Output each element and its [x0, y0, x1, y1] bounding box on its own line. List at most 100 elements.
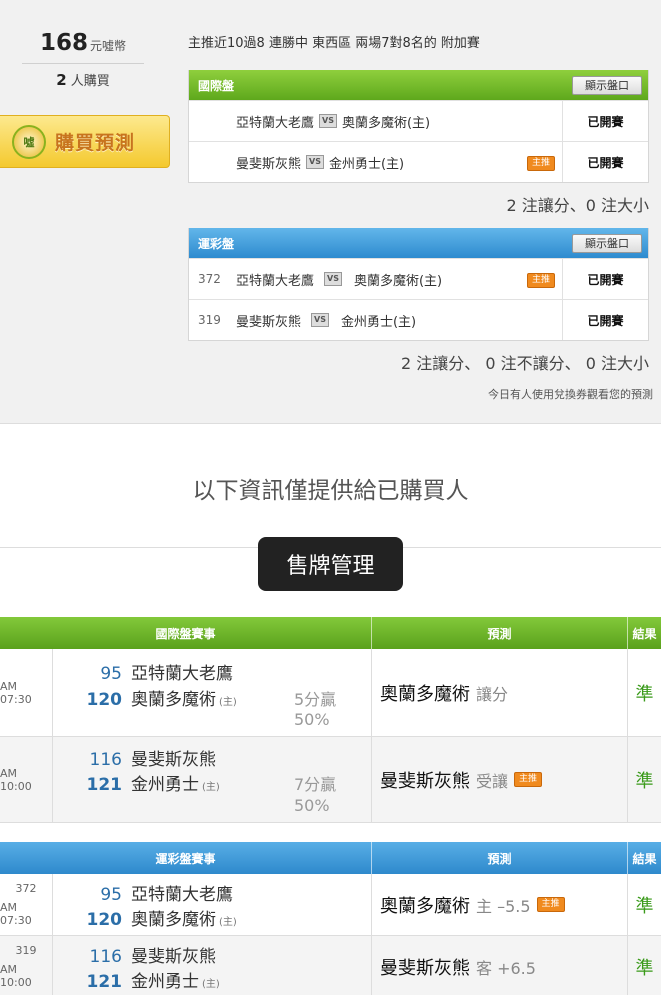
featured-pick-badge: 主推 [526, 156, 555, 171]
vs-icon: VS [319, 114, 337, 128]
match-status: 已開賽 [562, 101, 648, 141]
result-cell: 準 [635, 683, 654, 705]
home-team: 金州勇士 [131, 972, 199, 992]
away-team: 曼斐斯灰熊 [131, 947, 216, 967]
intl-panel-row: 曼斐斯灰熊 VS 金州勇士(主) 主推 已開賽 [189, 141, 648, 182]
game-time-cell: 319 AM 10:00 [0, 936, 53, 995]
buyers-only-notice: 以下資訊僅提供給已購買人 [192, 478, 469, 504]
lottery-summary: 2 注讓分、 0 注不讓分、 0 注大小 [401, 354, 649, 373]
home-marker: (主) [202, 782, 220, 793]
away-score: 95 [100, 664, 122, 684]
away-team: 曼斐斯灰熊 [236, 156, 302, 172]
game-code: 372 [198, 272, 221, 286]
lottery-table-header: 運彩盤賽事 預測 結果 [0, 842, 661, 874]
home-line: 121 金州勇士 (主) [83, 770, 220, 795]
home-line: 120 奧蘭多魔術 (主) [83, 685, 237, 710]
vs-icon: VS [306, 155, 324, 169]
game-code: 372 [15, 882, 37, 895]
home-score: 120 [86, 690, 123, 710]
intl-panel-row: 亞特蘭大老鷹 VS 奧蘭多魔術(主) 已開賽 [189, 100, 648, 141]
away-team: 亞特蘭大老鷹 [131, 885, 233, 905]
price-value: 168 [39, 30, 88, 56]
result-cell: 準 [635, 770, 654, 792]
intl-results-table: 國際盤賽事 預測 結果 AM 07:30 95 亞特蘭大老鷹 120 奧蘭多魔術 (主… [0, 617, 661, 823]
lottery-show-odds-button[interactable]: 顯示盤口 [572, 234, 642, 253]
home-score: 120 [86, 910, 123, 930]
teams-cell: 116 曼斐斯灰熊 121 金州勇士 (主) 7分贏 50% [53, 737, 372, 822]
match-status: 已開賽 [562, 300, 648, 340]
game-time: AM 10:00 [0, 963, 32, 989]
buy-prediction-button[interactable]: 噓 購買預測 [0, 115, 170, 168]
pick-cell: 奧蘭多魔術 主 –5.5 主推 [372, 874, 628, 935]
teams-cell: 116 曼斐斯灰熊 121 金州勇士 (主) [53, 936, 372, 995]
featured-pick-badge: 主推 [526, 273, 555, 288]
home-team: 金州勇士(主) [328, 156, 405, 172]
away-score: 116 [89, 750, 122, 770]
teams-cell: 95 亞特蘭大老鷹 120 奧蘭多魔術 (主) [53, 874, 372, 935]
price-box: 168 元噓幣 [22, 30, 144, 64]
game-time: AM 07:30 [0, 679, 32, 706]
pick-type: 受讓 [476, 771, 509, 791]
game-code: 319 [15, 944, 37, 957]
pick-cell: 奧蘭多魔術 讓分 [372, 649, 628, 736]
home-team: 金州勇士(主) [340, 314, 417, 330]
table-row: 319 AM 10:00 116 曼斐斯灰熊 121 金州勇士 (主) 曼斐斯灰熊 客… [0, 936, 661, 995]
featured-pick-badge: 主推 [536, 897, 565, 912]
pick-team: 曼斐斯灰熊 [380, 770, 470, 792]
coin-icon: 噓 [12, 124, 46, 159]
game-time-cell: 372 AM 07:30 [0, 874, 53, 935]
matchup: 亞特蘭大老鷹 VS 奧蘭多魔術(主) [236, 270, 562, 289]
col-header-result: 結果 [632, 626, 657, 641]
intl-show-odds-button[interactable]: 顯示盤口 [572, 76, 642, 95]
home-team: 金州勇士 [131, 775, 199, 795]
teams-cell: 95 亞特蘭大老鷹 120 奧蘭多魔術 (主) 5分贏 50% [53, 649, 372, 736]
away-team: 曼斐斯灰熊 [131, 750, 216, 770]
lottery-panel-title: 運彩盤 [198, 236, 235, 251]
pick-team: 奧蘭多魔術 [380, 895, 470, 917]
lottery-panel-header: 運彩盤 顯示盤口 [189, 228, 648, 258]
home-team: 奧蘭多魔術(主) [353, 273, 443, 289]
away-team: 曼斐斯灰熊 [236, 314, 302, 330]
away-line: 116 曼斐斯灰熊 [83, 942, 216, 967]
voucher-note: 今日有人使用兌換券觀看您的預測 [488, 388, 653, 401]
away-score: 116 [89, 947, 122, 967]
lottery-panel: 運彩盤 顯示盤口 372 亞特蘭大老鷹 VS 奧蘭多魔術(主) 主推 已開賽 3… [188, 228, 649, 341]
home-team: 奧蘭多魔術 [131, 690, 216, 710]
home-team: 奧蘭多魔術(主) [341, 115, 431, 131]
lottery-panel-row: 372 亞特蘭大老鷹 VS 奧蘭多魔術(主) 主推 已開賽 [189, 258, 648, 299]
pick-cell: 曼斐斯灰熊 客 +6.5 [372, 936, 628, 995]
match-status: 已開賽 [562, 142, 648, 182]
match-status: 已開賽 [562, 259, 648, 299]
buy-button-label: 購買預測 [55, 132, 136, 154]
pick-type: 讓分 [476, 684, 509, 704]
intl-panel-header: 國際盤 顯示盤口 [189, 70, 648, 100]
pick-cell: 曼斐斯灰熊 受讓 主推 [372, 737, 628, 822]
intl-panel-title: 國際盤 [198, 78, 235, 93]
manage-sales-button[interactable]: 售牌管理 [258, 537, 403, 591]
buyers-label: 人購買 [70, 74, 110, 89]
featured-pick-badge: 主推 [514, 772, 543, 787]
home-line: 120 奧蘭多魔術 (主) [83, 905, 237, 930]
game-time: AM 10:00 [0, 766, 32, 793]
pick-line: 主 –5.5 [476, 896, 531, 916]
vs-icon: VS [324, 272, 342, 286]
matchup: 曼斐斯灰熊 VS 金州勇士(主) [236, 153, 562, 172]
prediction-description: 主推近10過8 連勝中 東西區 兩場7對8名的 附加賽 [188, 36, 480, 51]
home-marker: (主) [202, 979, 220, 990]
pick-team: 曼斐斯灰熊 [380, 957, 470, 979]
away-line: 95 亞特蘭大老鷹 [83, 880, 233, 905]
col-header-pick: 預測 [372, 842, 628, 874]
game-time: AM 07:30 [0, 901, 32, 927]
away-line: 116 曼斐斯灰熊 [83, 745, 216, 770]
home-marker: (主) [219, 917, 237, 928]
result-cell: 準 [635, 895, 654, 917]
game-time-cell: AM 07:30 [0, 649, 53, 736]
matchup: 曼斐斯灰熊 VS 金州勇士(主) [236, 311, 562, 330]
away-line: 95 亞特蘭大老鷹 [83, 659, 233, 684]
buyers-count: 2 人購買 [22, 70, 144, 89]
col-header-event: 國際盤賽事 [0, 617, 372, 649]
away-team: 亞特蘭大老鷹 [236, 115, 315, 131]
pick-team: 奧蘭多魔術 [380, 683, 470, 705]
away-score: 95 [100, 885, 122, 905]
spread-percent: 50% [294, 710, 330, 729]
